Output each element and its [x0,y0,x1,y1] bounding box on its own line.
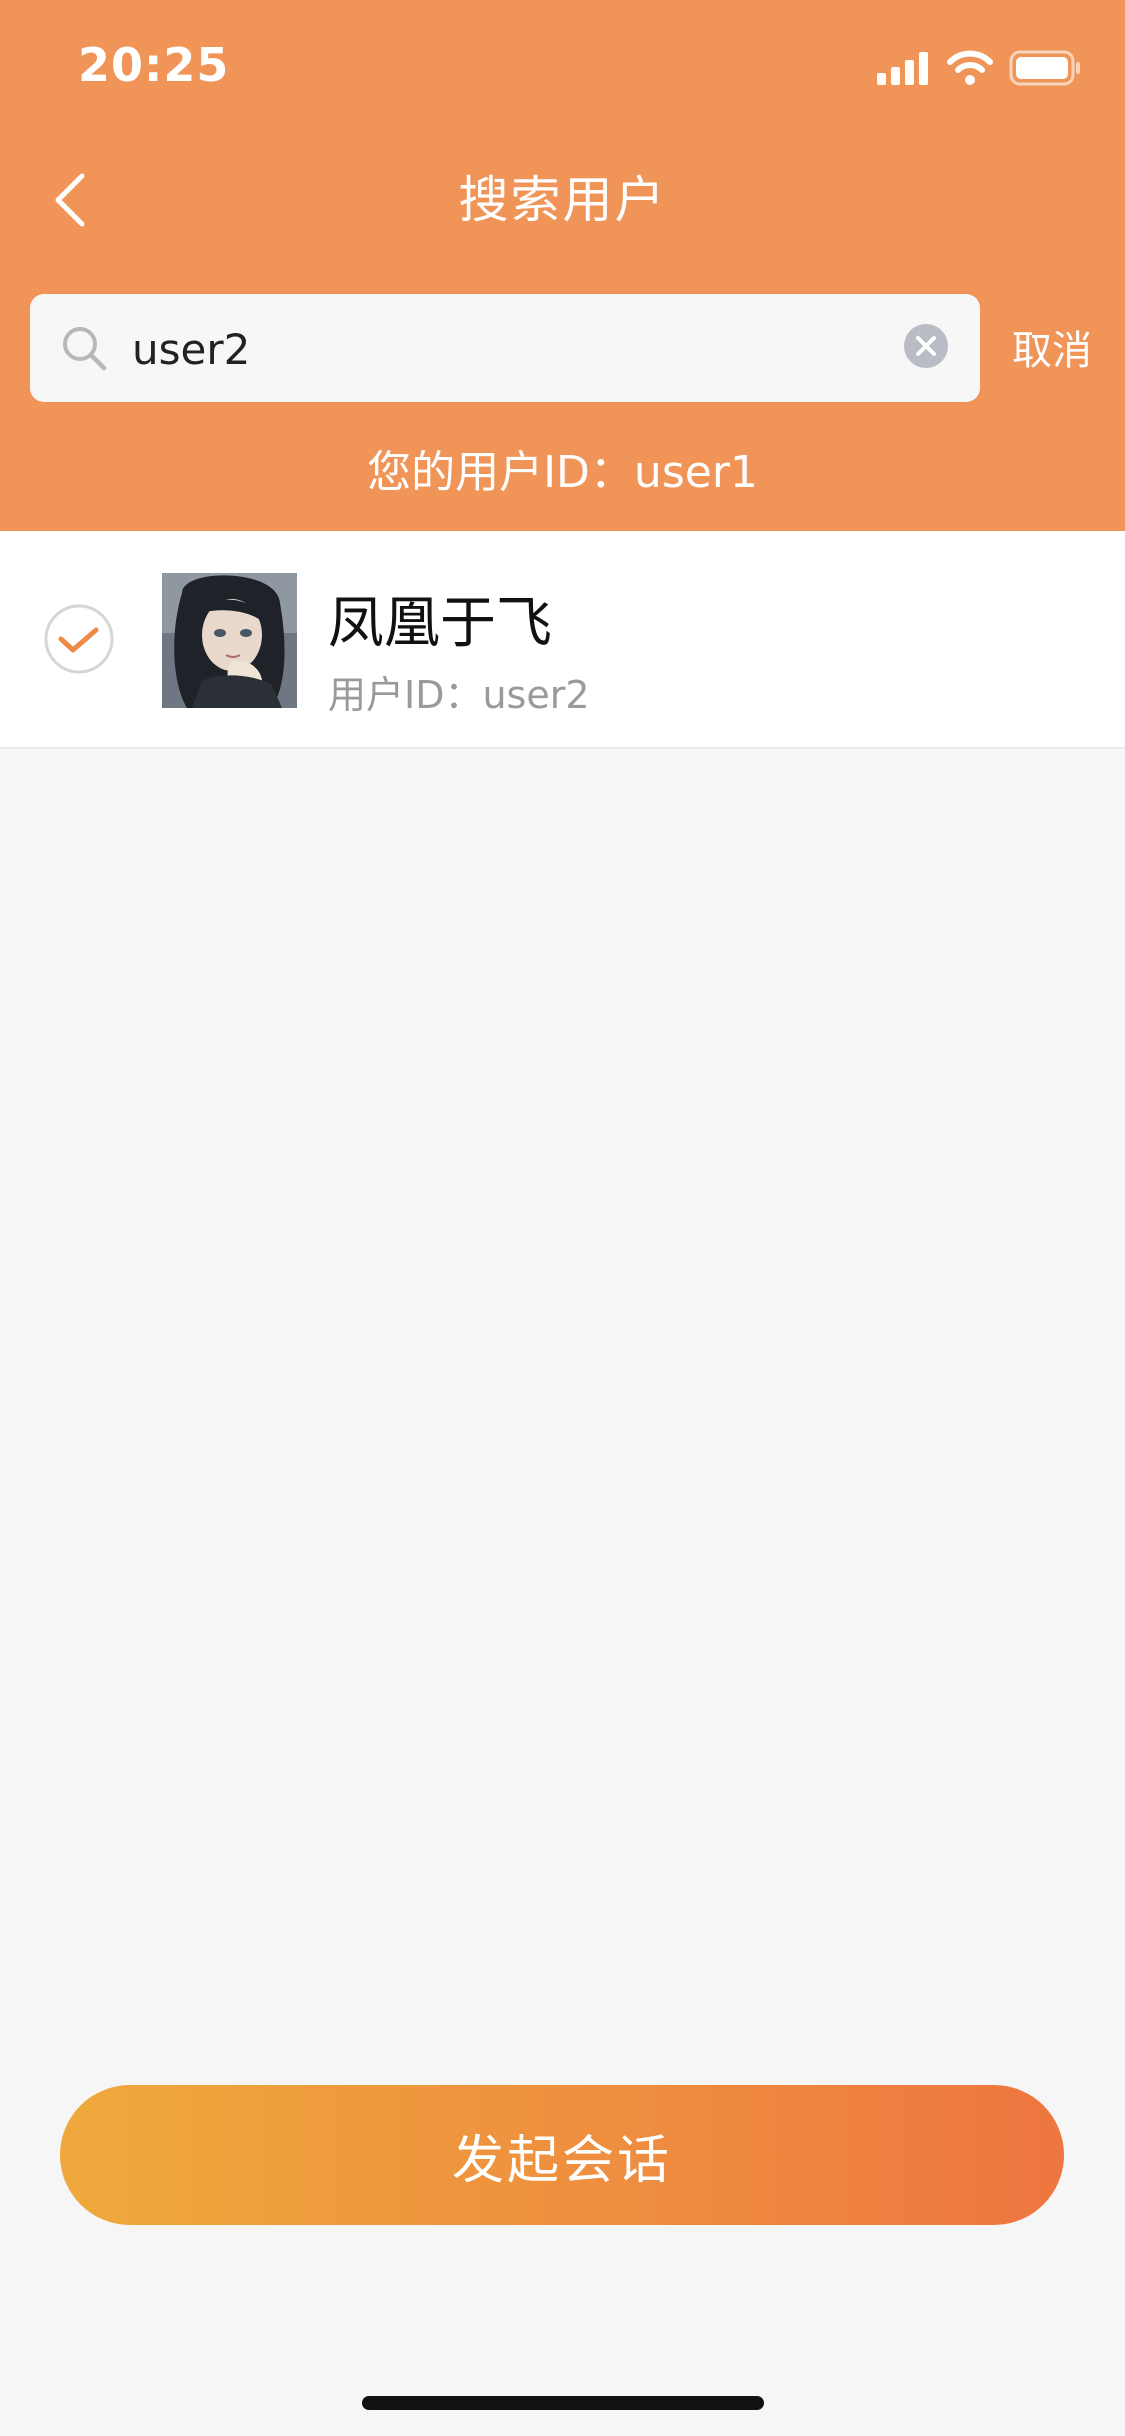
check-icon[interactable] [44,604,114,674]
start-conversation-button[interactable]: 发起会话 [60,2085,1064,2225]
status-bar: 20:25 [0,0,1125,140]
status-time: 20:25 [78,38,230,92]
user-id: 用户ID：user2 [328,673,590,717]
current-user-id: 您的用户ID：user1 [367,447,758,498]
clear-icon[interactable] [902,322,950,370]
search-input[interactable] [130,312,914,386]
wifi-icon [947,50,993,85]
user-name: 凤凰于飞 [328,591,552,656]
home-indicator [362,2396,764,2410]
status-icons [877,48,1081,88]
search-box[interactable] [30,294,980,402]
cancel-button[interactable]: 取消 [1012,318,1092,376]
page-title: 搜索用户 [458,171,667,229]
battery-icon [1009,50,1080,86]
avatar [162,573,297,708]
header: 20:25 搜索用户 user2 取消 您的用户ID：user1 [0,0,1125,531]
search-icon [63,327,107,371]
signal-icon [877,52,928,85]
